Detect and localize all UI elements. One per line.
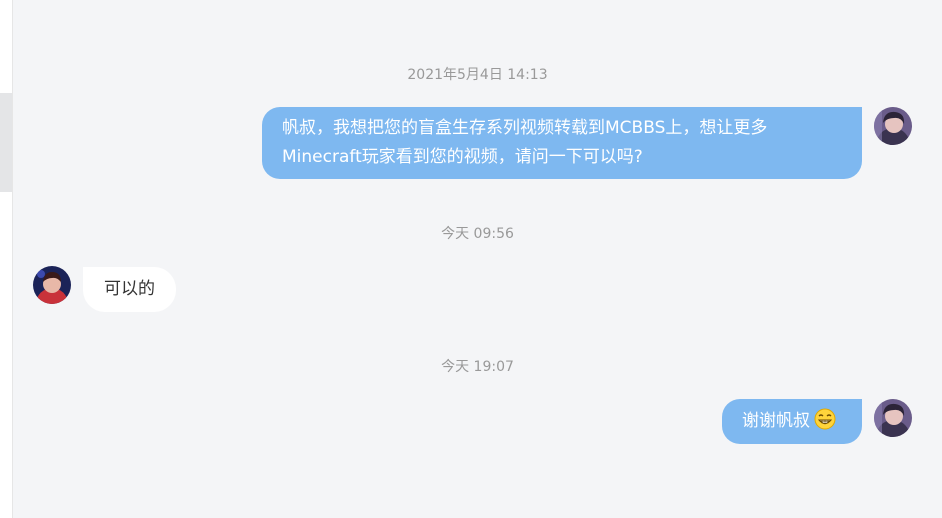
message-text-line: Minecraft玩家看到您的视频，请问一下可以吗? <box>282 147 643 167</box>
message-text-line: 帆叔，我想把您的盲盒生存系列视频转载到MCBBS上，想让更多 <box>282 118 768 138</box>
other-avatar[interactable] <box>33 266 71 304</box>
message-text: 谢谢帆叔 <box>742 411 810 431</box>
grinning-face-emoji-icon <box>814 408 836 430</box>
message-timestamp: 2021年5月4日 14:13 <box>407 67 548 83</box>
message-bubble-other[interactable]: 可以的 <box>83 267 176 312</box>
message-text: 可以的 <box>104 279 155 299</box>
self-avatar[interactable] <box>874 399 912 437</box>
message-timestamp: 今天 19:07 <box>441 359 514 375</box>
left-panel-tab[interactable] <box>0 93 12 192</box>
user-avatar-self-icon <box>874 399 912 437</box>
self-avatar[interactable] <box>874 107 912 145</box>
user-avatar-other-icon <box>33 266 71 304</box>
left-panel-edge <box>0 0 13 518</box>
message-bubble-self[interactable]: 帆叔，我想把您的盲盒生存系列视频转载到MCBBS上，想让更多 Minecraft… <box>262 107 862 179</box>
message-bubble-self[interactable]: 谢谢帆叔 <box>722 399 862 444</box>
message-timestamp: 今天 09:56 <box>441 226 514 242</box>
user-avatar-self-icon <box>874 107 912 145</box>
